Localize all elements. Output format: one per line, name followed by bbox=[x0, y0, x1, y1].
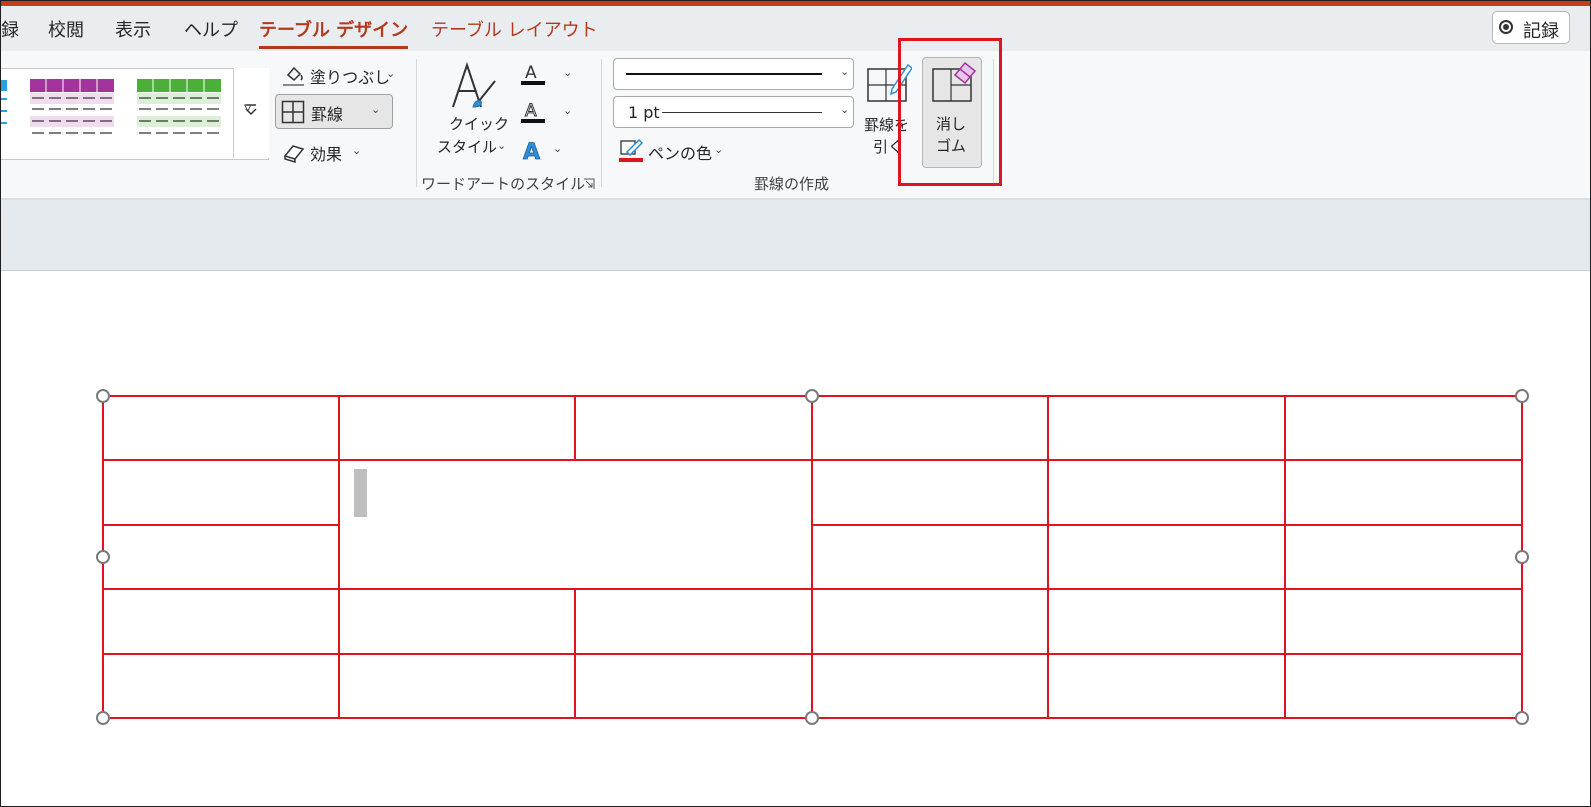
resize-handle-top-center[interactable] bbox=[805, 389, 819, 403]
resize-handle-top-right[interactable] bbox=[1515, 389, 1529, 403]
eraser-cursor bbox=[354, 469, 367, 517]
eraser-highlight-box bbox=[898, 38, 1002, 186]
resize-handle-top-left[interactable] bbox=[96, 389, 110, 403]
app-window: 録 校閲 表示 ヘルプ テーブル デザイン テーブル レイアウト 記録 ▿ 塗り… bbox=[0, 0, 1591, 807]
resize-handle-middle-right[interactable] bbox=[1515, 550, 1529, 564]
resize-handle-bottom-left[interactable] bbox=[96, 711, 110, 725]
table-grid[interactable] bbox=[1, 1, 1590, 806]
resize-handle-bottom-center[interactable] bbox=[805, 711, 819, 725]
resize-handle-bottom-right[interactable] bbox=[1515, 711, 1529, 725]
resize-handle-middle-left[interactable] bbox=[96, 550, 110, 564]
